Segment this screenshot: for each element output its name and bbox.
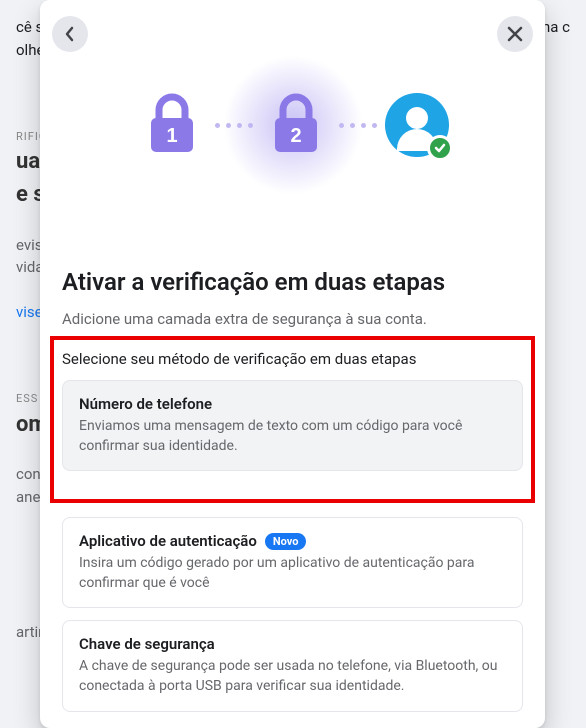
svg-text:2: 2 bbox=[290, 125, 301, 147]
new-badge: Novo bbox=[265, 533, 307, 550]
connector-dots bbox=[339, 123, 377, 128]
option-desc: Insira um código gerado por um aplicativ… bbox=[79, 554, 506, 593]
bg-text: evis bbox=[16, 236, 43, 254]
option-auth-app[interactable]: Aplicativo de autenticação Novo Insira u… bbox=[62, 517, 523, 608]
option-title: Aplicativo de autenticação bbox=[79, 532, 257, 550]
section-label: Selecione seu método de verificação em d… bbox=[62, 350, 523, 368]
check-icon bbox=[427, 135, 453, 161]
option-desc: A chave de segurança pode ser usada no t… bbox=[79, 657, 506, 696]
option-title: Número de telefone bbox=[79, 395, 212, 413]
close-icon bbox=[506, 25, 524, 43]
bg-link[interactable]: vise bbox=[16, 303, 43, 321]
back-button[interactable] bbox=[52, 16, 88, 52]
option-phone-number[interactable]: Número de telefone Enviamos uma mensagem… bbox=[62, 380, 523, 471]
modal-body: Ativar a verificação em duas etapas Adic… bbox=[40, 250, 545, 728]
connector-dots bbox=[215, 123, 253, 128]
modal-subtitle: Adicione uma camada extra de segurança à… bbox=[62, 310, 523, 328]
chevron-left-icon bbox=[60, 24, 80, 44]
two-factor-modal: 1 2 Ativar a verificação em duas etapa bbox=[40, 0, 545, 728]
lock-step-2-icon: 2 bbox=[261, 90, 331, 160]
option-security-key[interactable]: Chave de segurança A chave de segurança … bbox=[62, 620, 523, 711]
svg-text:1: 1 bbox=[166, 125, 177, 147]
option-desc: Enviamos uma mensagem de texto com um có… bbox=[79, 417, 506, 456]
highlighted-section: Selecione seu método de verificação em d… bbox=[50, 336, 535, 503]
option-title: Chave de segurança bbox=[79, 635, 215, 653]
bg-caps: ESS bbox=[16, 392, 38, 405]
modal-title: Ativar a verificação em duas etapas bbox=[62, 268, 523, 296]
lock-step-1-icon: 1 bbox=[137, 90, 207, 160]
close-button[interactable] bbox=[497, 16, 533, 52]
